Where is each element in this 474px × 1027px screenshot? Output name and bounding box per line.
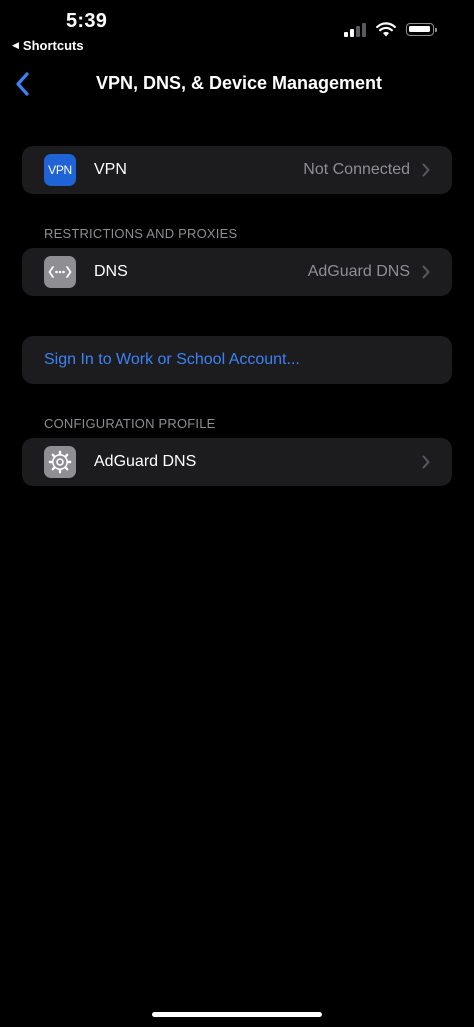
chevron-right-icon bbox=[422, 455, 430, 469]
status-bar: 5:39 ◀ Shortcuts bbox=[0, 0, 474, 60]
vpn-status: Not Connected bbox=[303, 161, 410, 178]
wifi-icon bbox=[376, 22, 396, 37]
sign-in-work-account-button[interactable]: Sign In to Work or School Account... bbox=[22, 336, 452, 384]
dns-value: AdGuard DNS bbox=[307, 263, 410, 280]
restrictions-section-header: RESTRICTIONS AND PROXIES bbox=[44, 226, 238, 241]
home-indicator[interactable] bbox=[152, 1012, 322, 1017]
vpn-row[interactable]: VPN VPN Not Connected bbox=[22, 146, 452, 194]
profile-label: AdGuard DNS bbox=[94, 453, 197, 470]
account-group: Sign In to Work or School Account... bbox=[22, 336, 452, 384]
status-time: 5:39 bbox=[66, 10, 108, 32]
dns-label: DNS bbox=[94, 263, 128, 280]
chevron-right-icon bbox=[422, 163, 430, 177]
vpn-label: VPN bbox=[94, 161, 127, 178]
gear-icon bbox=[44, 446, 76, 478]
page-title: VPN, DNS, & Device Management bbox=[95, 73, 383, 93]
vpn-group: VPN VPN Not Connected bbox=[22, 146, 452, 194]
navigation-bar: VPN, DNS, & Device Management bbox=[0, 62, 474, 106]
dns-row[interactable]: DNS AdGuard DNS bbox=[22, 248, 452, 296]
configuration-group: AdGuard DNS bbox=[22, 438, 452, 486]
battery-icon bbox=[406, 23, 437, 36]
restrictions-group: DNS AdGuard DNS bbox=[22, 248, 452, 296]
back-app-label: Shortcuts bbox=[22, 38, 84, 53]
profile-row[interactable]: AdGuard DNS bbox=[22, 438, 452, 486]
chevron-right-icon bbox=[422, 265, 430, 279]
dns-arrows-icon bbox=[44, 256, 76, 288]
vpn-icon: VPN bbox=[44, 154, 76, 186]
cellular-signal-icon bbox=[344, 22, 368, 37]
back-to-app-button[interactable]: ◀ Shortcuts bbox=[12, 38, 84, 53]
configuration-section-header: CONFIGURATION PROFILE bbox=[44, 416, 216, 431]
status-icons bbox=[344, 22, 437, 37]
sign-in-link[interactable]: Sign In to Work or School Account... bbox=[44, 351, 300, 369]
back-triangle-icon: ◀ bbox=[12, 40, 19, 50]
